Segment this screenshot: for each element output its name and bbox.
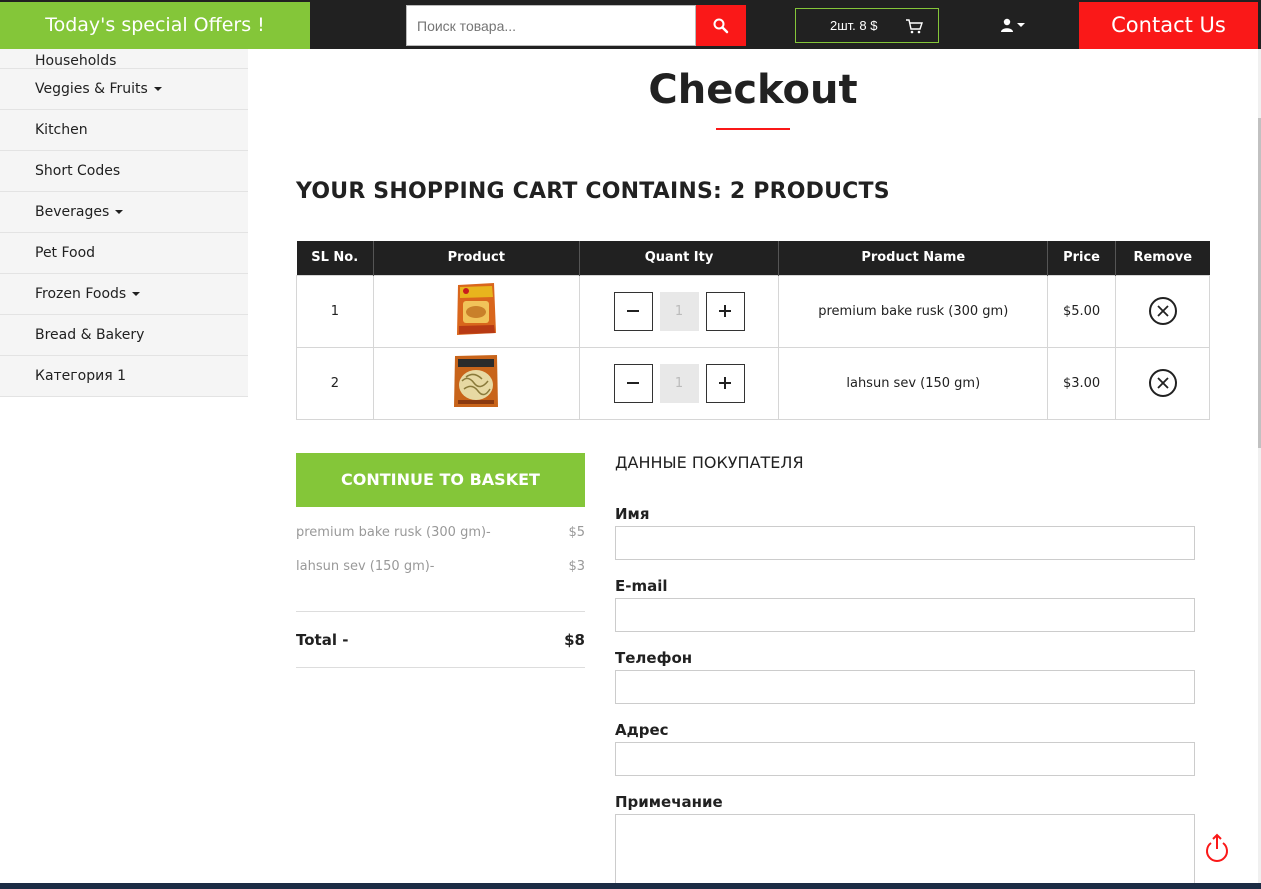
email-field-label: E-mail bbox=[615, 577, 668, 595]
close-icon bbox=[1156, 377, 1169, 389]
product-price: $3.00 bbox=[1047, 346, 1117, 420]
summary-item-price: $5 bbox=[568, 525, 585, 540]
increase-quantity-button[interactable] bbox=[705, 291, 745, 331]
order-total: Total - $8 bbox=[296, 611, 585, 668]
buyer-form-title: ДАННЫЕ ПОКУПАТЕЛЯ bbox=[615, 453, 804, 472]
column-header-product: Product bbox=[373, 241, 580, 275]
title-underline bbox=[716, 128, 790, 130]
remove-cell bbox=[1115, 346, 1210, 420]
product-image-cell bbox=[372, 346, 580, 420]
remove-item-button[interactable] bbox=[1148, 297, 1177, 325]
quantity-stepper: 1 bbox=[580, 363, 779, 403]
sidebar-item-veggies-fruits[interactable]: Veggies & Fruits bbox=[0, 69, 248, 110]
cart-button[interactable]: 2шт. 8 $ bbox=[795, 8, 939, 43]
increase-quantity-button[interactable] bbox=[705, 363, 745, 403]
search-button[interactable] bbox=[696, 5, 746, 46]
minus-icon bbox=[627, 310, 640, 312]
continue-to-basket-button[interactable]: CONTINUE TO BASKET bbox=[296, 453, 585, 507]
caret-down-icon bbox=[132, 292, 141, 296]
email-field[interactable] bbox=[615, 598, 1195, 632]
sidebar-item-bread-bakery[interactable]: Bread & Bakery bbox=[0, 315, 248, 356]
quantity-value[interactable]: 1 bbox=[659, 291, 699, 331]
summary-item: premium bake rusk (300 gm)- $5 bbox=[296, 525, 585, 559]
product-image-sev[interactable] bbox=[452, 353, 500, 409]
total-label: Total - bbox=[296, 630, 349, 649]
scroll-to-top-icon[interactable] bbox=[1204, 833, 1230, 863]
quantity-value[interactable]: 1 bbox=[659, 363, 699, 403]
column-header-quantity: Quant Ity bbox=[579, 241, 780, 275]
order-summary: premium bake rusk (300 gm)- $5 lahsun se… bbox=[296, 525, 585, 593]
search-icon bbox=[713, 18, 729, 33]
chevron-down-icon bbox=[1017, 23, 1025, 27]
summary-item-price: $3 bbox=[568, 559, 585, 574]
summary-item-name: premium bake rusk (300 gm)- bbox=[296, 525, 491, 540]
total-value: $8 bbox=[564, 630, 585, 649]
product-name: lahsun sev (150 gm) bbox=[778, 346, 1049, 420]
sidebar-item-short-codes[interactable]: Short Codes bbox=[0, 151, 248, 192]
summary-item-name: lahsun sev (150 gm)- bbox=[296, 559, 435, 574]
table-row: 2 1 lahsun sev (150 gm) $3.00 bbox=[296, 346, 1210, 420]
sidebar-item-households[interactable]: Households bbox=[0, 49, 248, 69]
sidebar-item-category-1[interactable]: Категория 1 bbox=[0, 356, 248, 397]
close-icon bbox=[1156, 305, 1169, 317]
decrease-quantity-button[interactable] bbox=[613, 291, 653, 331]
sidebar-item-kitchen[interactable]: Kitchen bbox=[0, 110, 248, 151]
remove-item-button[interactable] bbox=[1148, 369, 1177, 397]
decrease-quantity-button[interactable] bbox=[613, 363, 653, 403]
summary-item: lahsun sev (150 gm)- $3 bbox=[296, 559, 585, 593]
contact-us-button[interactable]: Contact Us bbox=[1079, 2, 1258, 49]
sidebar-item-beverages[interactable]: Beverages bbox=[0, 192, 248, 233]
column-header-product-name: Product Name bbox=[778, 241, 1049, 275]
column-header-price: Price bbox=[1047, 241, 1117, 275]
quantity-stepper: 1 bbox=[580, 291, 779, 331]
note-field-label: Примечание bbox=[615, 793, 723, 811]
user-menu-button[interactable] bbox=[1000, 15, 1026, 35]
product-name: premium bake rusk (300 gm) bbox=[778, 274, 1049, 348]
column-header-sl: SL No. bbox=[296, 241, 374, 275]
user-icon bbox=[1001, 18, 1013, 32]
address-field[interactable] bbox=[615, 742, 1195, 776]
phone-field[interactable] bbox=[615, 670, 1195, 704]
os-taskbar bbox=[0, 883, 1261, 889]
cart-icon bbox=[906, 18, 924, 33]
remove-cell bbox=[1115, 274, 1210, 348]
name-field-label: Имя bbox=[615, 505, 650, 523]
page-title: Checkout bbox=[648, 67, 858, 113]
quantity-cell: 1 bbox=[578, 346, 780, 420]
search-input[interactable] bbox=[406, 5, 696, 46]
cart-heading: YOUR SHOPPING CART CONTAINS: 2 PRODUCTS bbox=[296, 179, 890, 204]
plus-icon bbox=[719, 377, 732, 389]
buyer-details-form: ДАННЫЕ ПОКУПАТЕЛЯ Имя E-mail Телефон Адр… bbox=[615, 453, 1195, 889]
product-image-rusk[interactable] bbox=[454, 281, 498, 337]
caret-down-icon bbox=[153, 87, 162, 91]
address-field-label: Адрес bbox=[615, 721, 669, 739]
table-row: 1 1 premium bake rusk (300 gm) $5.00 bbox=[296, 274, 1210, 348]
column-header-remove: Remove bbox=[1115, 241, 1210, 275]
sidebar-item-pet-food[interactable]: Pet Food bbox=[0, 233, 248, 274]
product-price: $5.00 bbox=[1047, 274, 1117, 348]
name-field[interactable] bbox=[615, 526, 1195, 560]
cart-summary: 2шт. 8 $ bbox=[830, 18, 878, 33]
phone-field-label: Телефон bbox=[615, 649, 693, 667]
note-field[interactable] bbox=[615, 814, 1195, 889]
row-number: 2 bbox=[296, 346, 374, 420]
checkout-main: Checkout YOUR SHOPPING CART CONTAINS: 2 … bbox=[248, 49, 1258, 889]
special-offers-banner[interactable]: Today's special Offers ! bbox=[0, 2, 310, 49]
plus-icon bbox=[719, 305, 732, 317]
quantity-cell: 1 bbox=[578, 274, 780, 348]
cart-table: SL No. Product Quant Ity Product Name Pr… bbox=[296, 241, 1210, 420]
product-image-cell bbox=[372, 274, 580, 348]
row-number: 1 bbox=[296, 274, 374, 348]
category-sidebar: Households Veggies & Fruits Kitchen Shor… bbox=[0, 49, 248, 397]
sidebar-item-frozen-foods[interactable]: Frozen Foods bbox=[0, 274, 248, 315]
minus-icon bbox=[627, 382, 640, 384]
caret-down-icon bbox=[115, 210, 124, 214]
